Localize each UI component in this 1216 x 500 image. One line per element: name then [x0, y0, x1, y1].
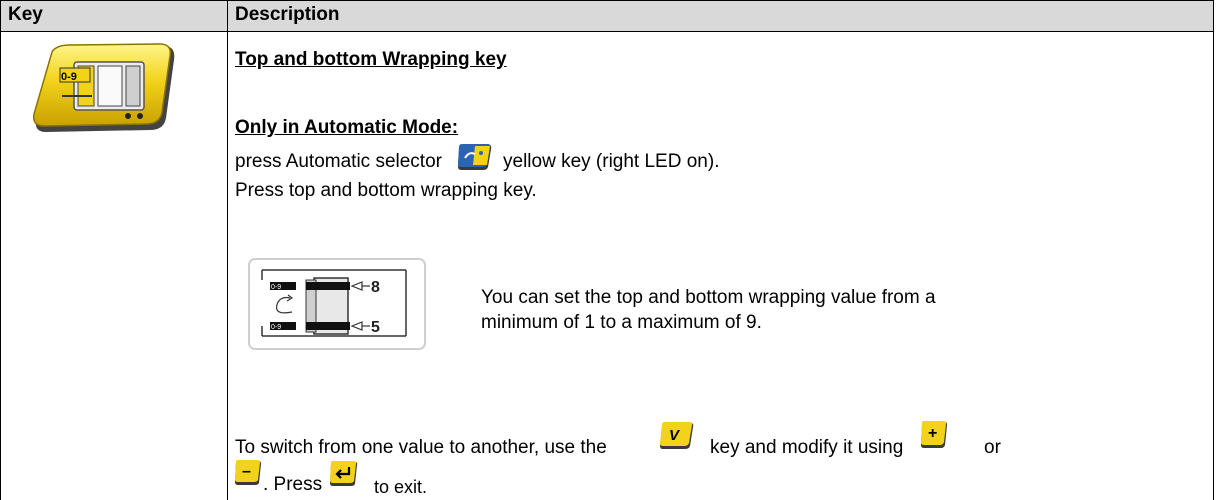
switch-instruction-middle: key and modify it using	[710, 437, 904, 458]
header-description: Description	[235, 4, 340, 25]
header-key: Key	[8, 4, 43, 25]
header-divider	[0, 31, 1214, 32]
mode-heading: Only in Automatic Mode:	[235, 117, 459, 138]
press-text: . Press	[263, 474, 323, 495]
exit-text: to exit.	[374, 477, 428, 497]
table-border-left	[0, 0, 1, 500]
enter-key-icon	[329, 461, 359, 492]
switch-instruction: To switch from one value to another, use…	[235, 437, 607, 458]
diagram-text-line-1: You can set the top and bottom wrapping …	[481, 287, 936, 308]
instruction-line-1-end: yellow key (right LED on).	[503, 151, 720, 172]
svg-text:0-9: 0-9	[271, 284, 281, 291]
column-divider	[227, 0, 228, 500]
instruction-line-2: Press top and bottom wrapping key.	[235, 180, 537, 201]
svg-text:0-9: 0-9	[61, 71, 77, 83]
plus-key-icon: +	[920, 421, 948, 454]
svg-text:–: –	[242, 463, 251, 480]
svg-text:+: +	[928, 425, 937, 442]
keys-table: Key Description 0-9 Top and bottom Wrapp…	[0, 0, 1214, 500]
wrapping-diagram: 0-9 0-9 8 5	[248, 258, 428, 351]
svg-text:5: 5	[371, 319, 380, 336]
key-title: Top and bottom Wrapping key	[235, 49, 507, 70]
minus-key-icon: –	[234, 460, 262, 491]
svg-text:0-9: 0-9	[271, 324, 281, 331]
or-text: or	[984, 437, 1001, 458]
table-border-top	[0, 0, 1214, 1]
v-key-icon: V	[659, 422, 695, 455]
header-row	[0, 0, 1214, 31]
automatic-selector-icon	[457, 143, 493, 176]
table-border-right	[1213, 0, 1214, 500]
instruction-line-1: press Automatic selector	[235, 151, 442, 172]
diagram-text-line-2: minimum of 1 to a maximum of 9.	[481, 312, 762, 333]
svg-text:8: 8	[371, 279, 380, 296]
wrapping-key-icon: 0-9	[32, 42, 180, 134]
